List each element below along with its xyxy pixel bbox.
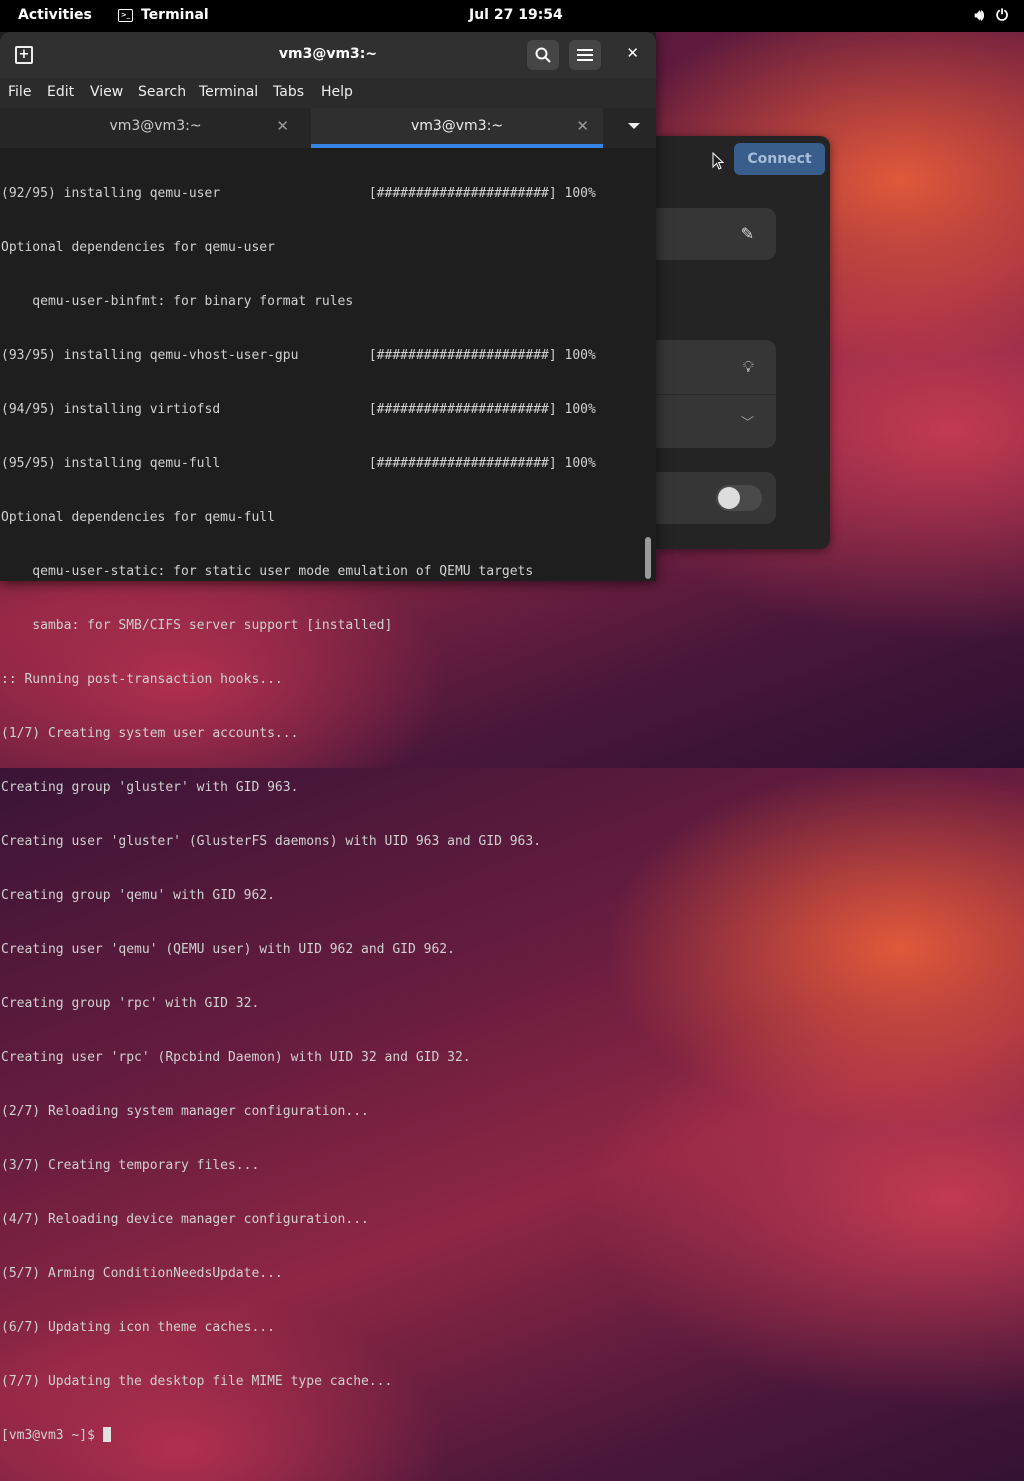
search-button[interactable] <box>527 40 559 70</box>
output-line: (94/95) installing virtiofsd [##########… <box>1 402 596 417</box>
output-line: Creating user 'qemu' (QEMU user) with UI… <box>1 942 455 957</box>
app-name: Terminal <box>141 7 209 23</box>
search-icon <box>535 47 551 63</box>
tab-bar: vm3@vm3:~ ✕ vm3@vm3:~ ✕ <box>0 108 656 148</box>
output-line: (2/7) Reloading system manager configura… <box>1 1104 369 1119</box>
output-line: Creating group 'gluster' with GID 963. <box>1 780 299 795</box>
output-line: Creating group 'qemu' with GID 962. <box>1 888 275 903</box>
output-line: (95/95) installing qemu-full [##########… <box>1 456 596 471</box>
main-menu-button[interactable] <box>569 40 601 70</box>
output-line: :: Running post-transaction hooks... <box>1 672 283 687</box>
output-line: Creating user 'gluster' (GlusterFS daemo… <box>1 834 542 849</box>
system-status-area[interactable]: 🔊︎ ⏻ <box>975 6 1008 24</box>
tab-1[interactable]: vm3@vm3:~ ✕ <box>0 108 311 148</box>
terminal-window: + vm3@vm3:~ ✕ File Edit View Search Term… <box>0 32 656 1443</box>
output-line: Creating group 'rpc' with GID 32. <box>1 996 260 1011</box>
menu-tabs[interactable]: Tabs <box>273 84 304 100</box>
close-tab-icon[interactable]: ✕ <box>576 117 589 135</box>
connect-button[interactable]: Connect <box>734 143 825 175</box>
tab-list-dropdown-icon[interactable] <box>628 123 640 129</box>
settings-row-name[interactable]: ✎ <box>656 208 776 260</box>
menu-search[interactable]: Search <box>138 84 186 100</box>
settings-group: 💡︎ ﹀ <box>656 340 776 448</box>
clock[interactable]: Jul 27 19:54 <box>469 7 563 23</box>
menu-bar: File Edit View Search Terminal Tabs Help <box>0 78 656 108</box>
tab-2[interactable]: vm3@vm3:~ ✕ <box>311 108 603 148</box>
menu-edit[interactable]: Edit <box>47 84 74 100</box>
output-line: Creating user 'rpc' (Rpcbind Daemon) wit… <box>1 1050 471 1065</box>
menu-terminal[interactable]: Terminal <box>199 84 258 100</box>
menu-view[interactable]: View <box>90 84 123 100</box>
output-line: Optional dependencies for qemu-user <box>1 240 275 255</box>
tab-label: vm3@vm3:~ <box>410 118 504 134</box>
text-cursor <box>102 1427 111 1442</box>
output-line: samba: for SMB/CIFS server support [inst… <box>1 618 393 633</box>
menu-help[interactable]: Help <box>321 84 353 100</box>
chevron-down-icon[interactable]: ﹀ <box>741 412 754 431</box>
top-bar: Activities >_ Terminal Jul 27 19:54 🔊︎ ⏻ <box>0 0 1024 32</box>
output-line: Optional dependencies for qemu-full <box>1 510 275 525</box>
output-line: (6/7) Updating icon theme caches... <box>1 1320 275 1335</box>
prompt-line[interactable]: [vm3@vm3 ~]$ <box>1 1427 641 1445</box>
close-icon[interactable]: ✕ <box>626 44 639 62</box>
power-icon: ⏻ <box>996 6 1008 24</box>
menu-file[interactable]: File <box>8 84 31 100</box>
toggle-switch[interactable] <box>716 485 762 511</box>
pencil-icon[interactable]: ✎ <box>741 224 754 243</box>
hamburger-menu-icon <box>577 49 593 61</box>
close-tab-icon[interactable]: ✕ <box>276 117 289 135</box>
output-line: (92/95) installing qemu-user [##########… <box>1 186 596 201</box>
output-line: (5/7) Arming ConditionNeedsUpdate... <box>1 1266 283 1281</box>
output-line: (7/7) Updating the desktop file MIME typ… <box>1 1374 393 1389</box>
scrollbar-thumb[interactable] <box>645 537 651 579</box>
terminal-output[interactable]: (92/95) installing qemu-user [##########… <box>1 149 641 1443</box>
header-bar: + vm3@vm3:~ ✕ <box>0 32 656 78</box>
tab-label: vm3@vm3:~ <box>109 118 202 134</box>
terminal-app-icon: >_ <box>118 8 133 22</box>
output-line: (93/95) installing qemu-vhost-user-gpu [… <box>1 348 596 363</box>
mouse-cursor-icon <box>712 152 724 170</box>
active-tab-indicator <box>311 144 603 148</box>
app-menu[interactable]: >_ Terminal <box>118 7 209 23</box>
activities-button[interactable]: Activities <box>18 7 92 23</box>
settings-row-toggle <box>656 472 776 524</box>
output-line: (1/7) Creating system user accounts... <box>1 726 299 741</box>
lightbulb-icon[interactable]: 💡︎ <box>743 357 754 377</box>
background-settings-window: Connect ✎ 💡︎ ﹀ <box>656 136 830 549</box>
output-line: qemu-user-static: for static user mode e… <box>1 564 534 579</box>
output-line: (3/7) Creating temporary files... <box>1 1158 260 1173</box>
shell-prompt: [vm3@vm3 ~]$ <box>1 1428 103 1443</box>
output-line: qemu-user-binfmt: for binary format rule… <box>1 294 354 309</box>
output-line: (4/7) Reloading device manager configura… <box>1 1212 369 1227</box>
speaker-icon: 🔊︎ <box>974 6 985 24</box>
